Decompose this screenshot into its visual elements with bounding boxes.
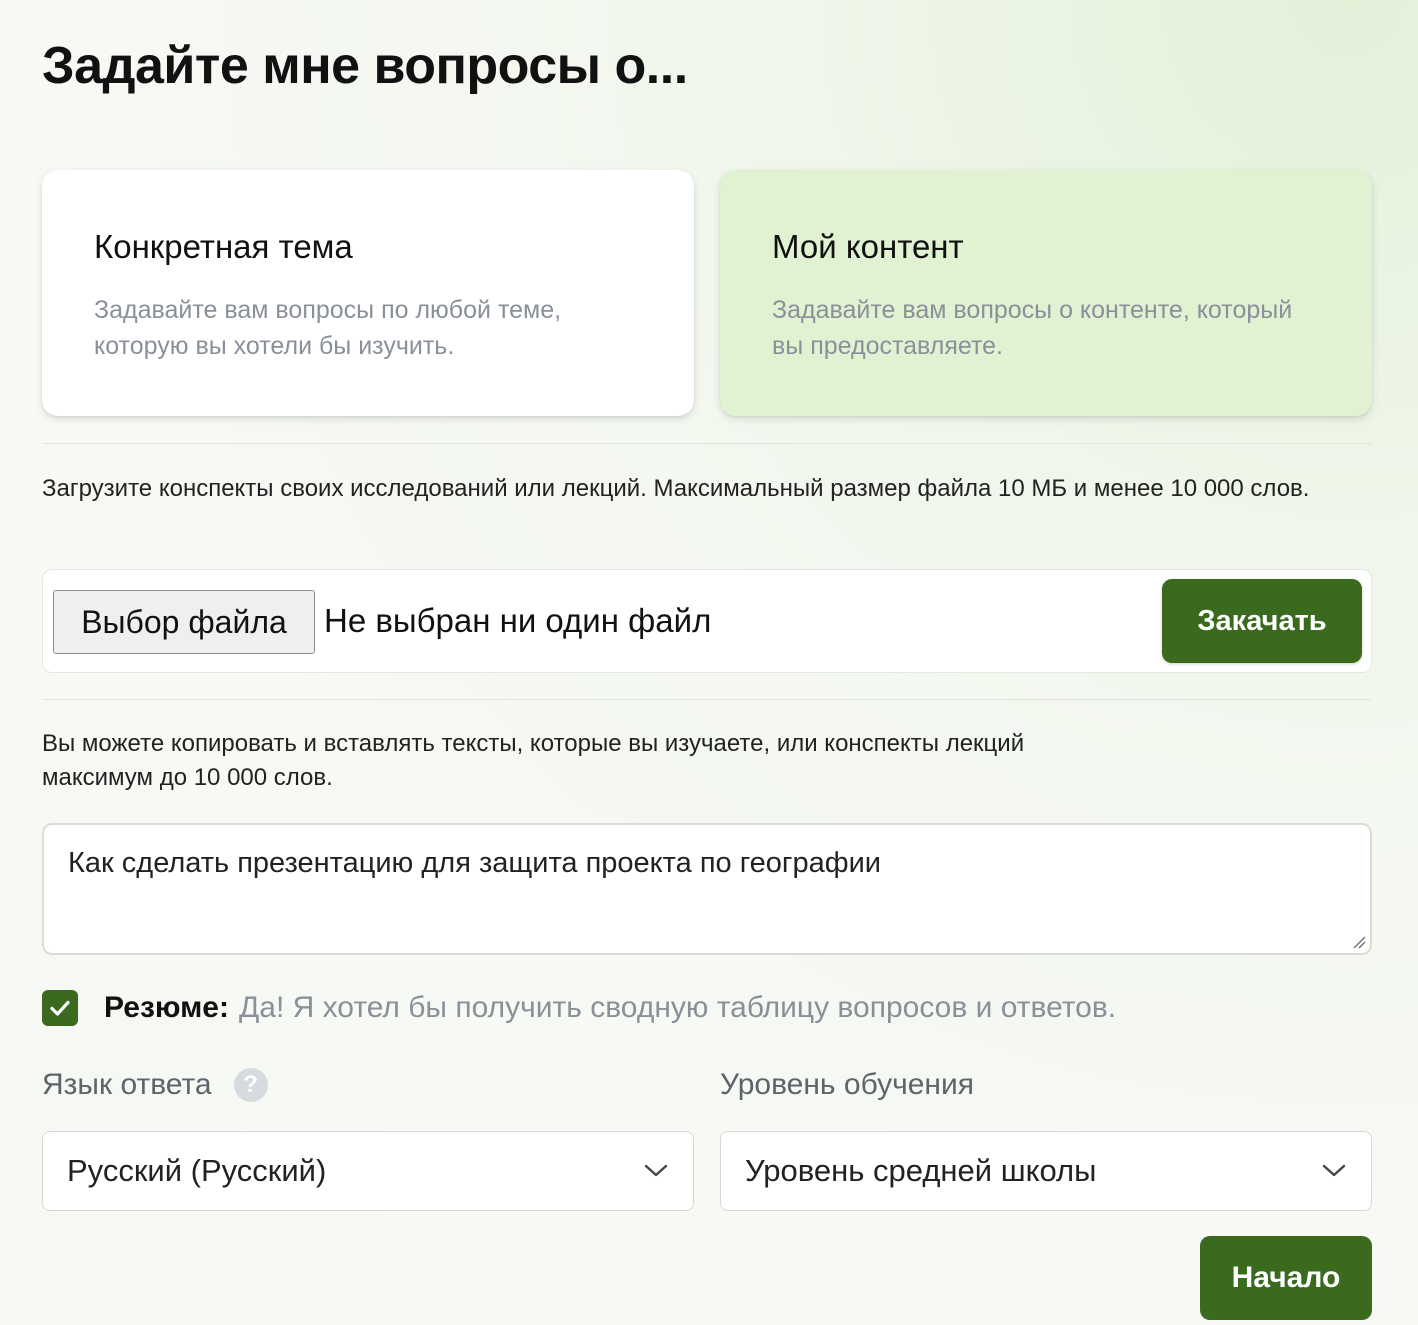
education-level-value: Уровень средней школы	[745, 1153, 1097, 1188]
education-level-label-text: Уровень обучения	[720, 1068, 974, 1101]
summary-checkbox[interactable]	[42, 990, 78, 1026]
page-title: Задайте мне вопросы о...	[42, 37, 688, 95]
mode-card-title: Конкретная тема	[94, 228, 353, 265]
response-language-select[interactable]: Русский (Русский)	[42, 1131, 694, 1211]
response-language-label-text: Язык ответа	[42, 1068, 212, 1101]
question-circle-icon[interactable]: ?	[233, 1068, 268, 1102]
quiz-setup-page: Задайте мне вопросы о... Конкретная тема…	[42, 0, 1372, 1325]
chevron-down-icon	[644, 1164, 668, 1177]
summary-option: Резюме: Да! Я хотел бы получить сводную …	[42, 988, 1116, 1028]
response-language-value: Русский (Русский)	[67, 1153, 327, 1188]
divider	[42, 443, 1372, 444]
summary-label: Резюме:	[104, 991, 229, 1024]
resize-handle-icon[interactable]	[1350, 933, 1366, 949]
response-language-label: Язык ответа ?	[42, 1068, 268, 1102]
upload-button[interactable]: Закачать	[1162, 579, 1362, 663]
chevron-down-icon	[1322, 1164, 1346, 1177]
education-level-select[interactable]: Уровень средней школы	[720, 1131, 1372, 1211]
upload-hint: Загрузите конспекты своих исследований и…	[42, 475, 1310, 502]
mode-card-description: Задавайте вам вопросы о контенте, которы…	[772, 296, 1293, 360]
paste-hint: Вы можете копировать и вставлять тексты,…	[42, 730, 1025, 791]
mode-card-description: Задавайте вам вопросы по любой теме, кот…	[94, 296, 562, 360]
file-upload-box: Выбор файла Не выбран ни один файл Закач…	[42, 569, 1372, 673]
summary-description: Да! Я хотел бы получить сводную таблицу …	[238, 991, 1117, 1024]
mode-selector: Конкретная тема Задавайте вам вопросы по…	[42, 170, 1372, 416]
start-button[interactable]: Начало	[1200, 1236, 1372, 1320]
mode-card-my-content[interactable]: Мой контент Задавайте вам вопросы о конт…	[720, 170, 1372, 416]
content-textarea[interactable]: Как сделать презентацию для защита проек…	[44, 825, 1370, 953]
mode-card-specific-topic[interactable]: Конкретная тема Задавайте вам вопросы по…	[42, 170, 694, 416]
divider	[42, 699, 1372, 700]
content-textarea-wrapper: Как сделать презентацию для защита проек…	[42, 823, 1372, 955]
choose-file-button[interactable]: Выбор файла	[53, 590, 315, 654]
file-status-text: Не выбран ни один файл	[324, 602, 712, 639]
check-icon	[50, 1000, 70, 1016]
education-level-label: Уровень обучения	[720, 1068, 974, 1102]
mode-card-title: Мой контент	[772, 228, 964, 265]
